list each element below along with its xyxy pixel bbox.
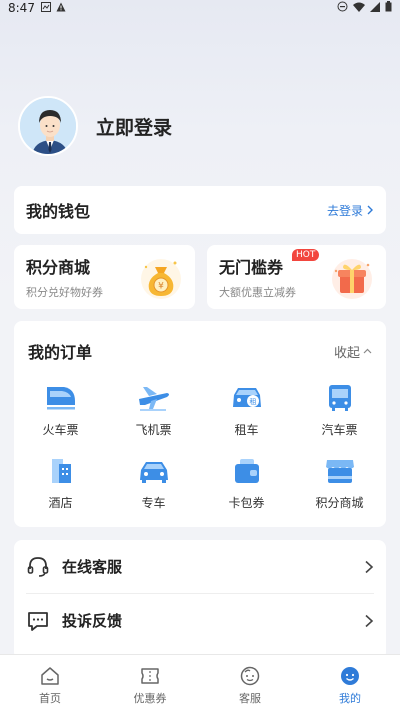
order-item-car[interactable]: 专车 [107,454,200,511]
tab-home[interactable]: 首页 [0,655,100,712]
coupon-card[interactable]: 无门槛券 大额优惠立减券 HOT [207,245,386,309]
feedback-icon [26,609,50,633]
svg-text:租: 租 [249,398,256,406]
order-item-hotel[interactable]: 酒店 [14,454,107,511]
airplane-icon [137,381,171,415]
coupon-icon [141,668,159,684]
tab-label: 优惠券 [133,692,167,705]
chevron-up-icon [363,348,372,354]
order-item-label: 火车票 [42,423,79,437]
gift-box-icon [328,253,376,301]
store-icon [323,454,357,488]
order-item-label: 租车 [234,423,259,437]
svg-text:¥: ¥ [158,282,164,292]
hotel-icon [44,454,78,488]
tab-profile[interactable]: 我的 [300,655,400,712]
warning-icon [56,1,66,15]
collapse-label: 收起 [333,345,360,361]
promo-title: 积分商城 [26,258,91,277]
order-item-points-mall[interactable]: 积分商城 [293,454,386,511]
tab-label: 客服 [239,692,261,705]
hot-badge: HOT [292,249,320,261]
car-icon [137,454,171,488]
order-item-card-wallet[interactable]: 卡包券 [200,454,293,511]
wallet-login-label: 去登录 [326,203,363,218]
car-rental-icon: 租 [230,381,264,415]
status-bar: 8:47 [0,0,400,16]
feedback-row[interactable]: 投诉反馈 [14,594,386,647]
tab-label: 我的 [339,692,361,705]
tab-coupons[interactable]: 优惠券 [100,655,200,712]
coin-bag-icon: ¥ [137,253,185,301]
train-icon [44,381,78,415]
dnd-icon [337,1,348,15]
order-item-label: 专车 [141,496,166,510]
orders-card: 我的订单 收起 火车票 飞机票 租 租车 汽车票 酒店 专车 卡包券 积分商城 [14,321,386,527]
orders-title: 我的订单 [28,343,93,362]
tab-bar: 首页 优惠券 客服 我的 [0,654,400,712]
wallet-card-icon [230,454,264,488]
bus-icon [323,381,357,415]
chevron-right-icon [365,560,374,573]
order-item-train[interactable]: 火车票 [14,381,107,438]
chevron-right-icon [367,205,373,215]
service-icon [240,666,260,686]
profile-icon [341,667,359,685]
collapse-button[interactable]: 收起 [334,342,372,361]
tab-service[interactable]: 客服 [200,655,300,712]
battery-icon [385,1,392,15]
order-item-car-rental[interactable]: 租 租车 [200,381,293,438]
order-item-bus[interactable]: 汽车票 [293,381,386,438]
wifi-icon [353,1,365,15]
status-time: 8:47 [8,1,35,15]
order-item-flight[interactable]: 飞机票 [107,381,200,438]
chevron-right-icon [365,614,374,627]
order-item-label: 酒店 [48,496,73,510]
signal-icon [370,1,380,15]
home-icon [41,667,59,685]
points-mall-card[interactable]: 积分商城 积分兑好物好券 ¥ [14,245,195,309]
promo-subtitle: 大额优惠立减券 [219,286,296,299]
order-item-label: 汽车票 [321,423,358,437]
promo-subtitle: 积分兑好物好券 [26,286,103,299]
service-label: 投诉反馈 [62,612,123,630]
order-item-label: 飞机票 [135,423,172,437]
wallet-login-link[interactable]: 去登录 [327,202,374,219]
tab-label: 首页 [39,692,61,705]
wallet-card[interactable]: 我的钱包 去登录 [14,186,386,234]
avatar[interactable] [18,96,78,156]
wallet-title: 我的钱包 [26,202,91,221]
order-item-label: 积分商城 [315,496,364,510]
profile-section[interactable]: 立即登录 [18,96,172,156]
service-label: 在线客服 [62,558,123,576]
promo-title: 无门槛券 [219,258,284,277]
online-service-row[interactable]: 在线客服 [14,540,386,593]
service-card: 在线客服 投诉反馈 [14,540,386,660]
login-button[interactable]: 立即登录 [96,113,172,140]
order-item-label: 卡包券 [228,496,265,510]
headset-icon [26,555,50,579]
photo-notification-icon [40,1,51,15]
